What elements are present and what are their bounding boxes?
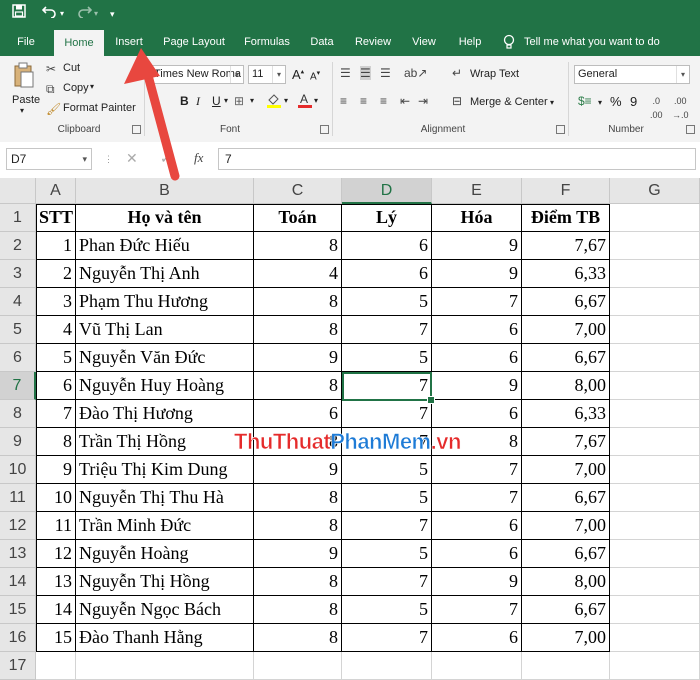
watermark-logo: ThuThuatPhanMem.vn: [234, 429, 462, 455]
watermark-part-3: .vn: [430, 429, 461, 455]
annotation-arrow: [124, 48, 180, 181]
watermark-part-2: PhanMem: [330, 429, 432, 455]
watermark-part-1: ThuThuat: [234, 429, 331, 455]
